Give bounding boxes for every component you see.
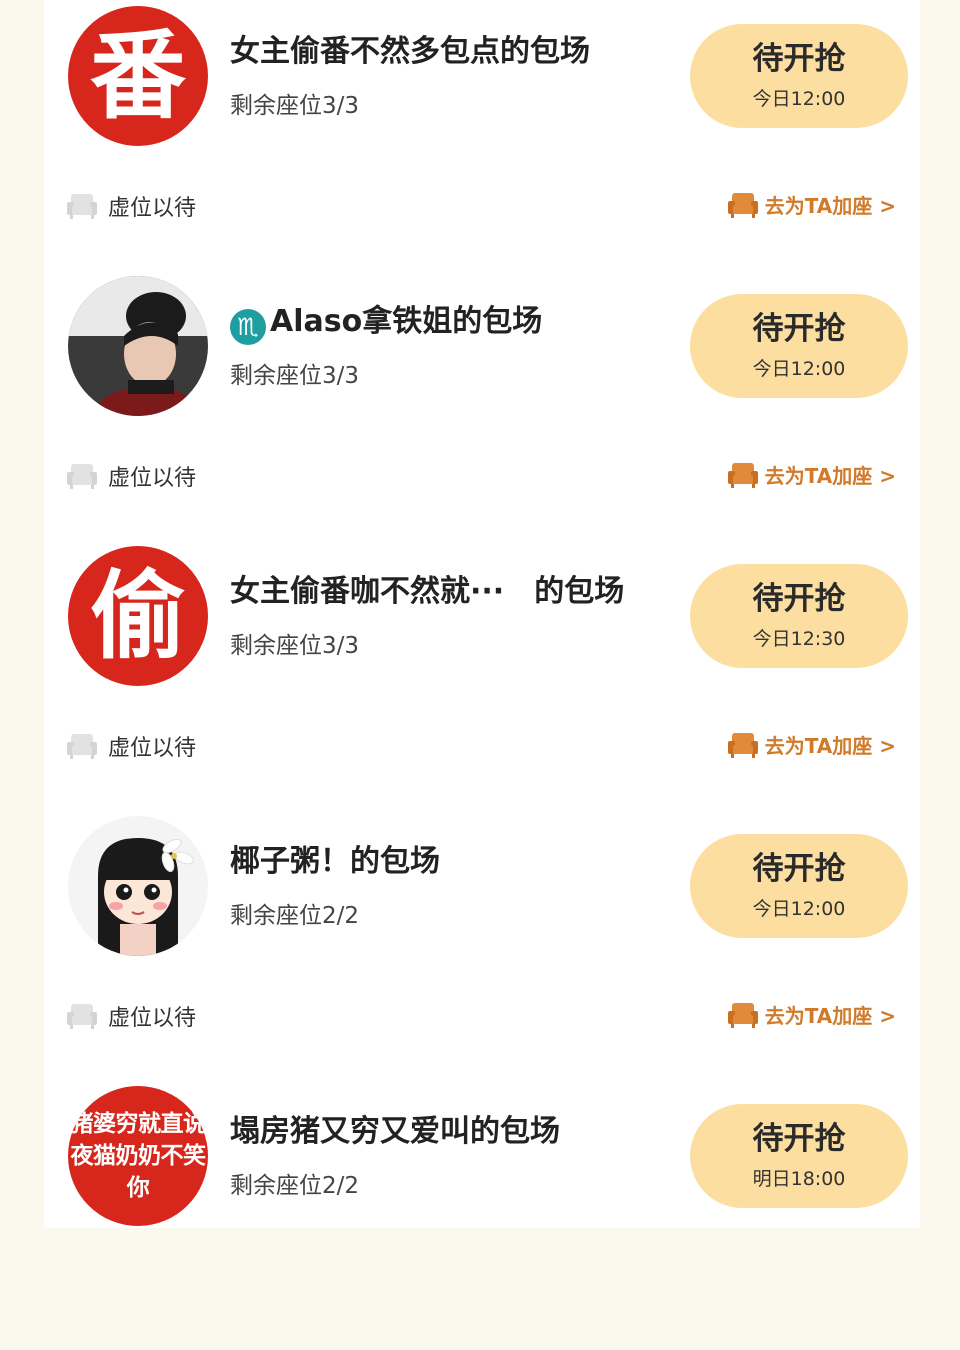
avatar[interactable]: 番	[68, 6, 208, 146]
session-title[interactable]: 椰子粥！的包场	[230, 836, 440, 880]
armchair-icon	[67, 1004, 97, 1029]
add-seat-link[interactable]: 去为TA加座 >	[727, 1000, 896, 1029]
grab-button-time: 今日12:30	[752, 628, 846, 651]
session-card: 偷 女主偷番咖不然就··· 的包场 剩余座位3/3 待开抢 今日12:30 虚位…	[44, 540, 920, 810]
avatar[interactable]: 偷	[68, 546, 208, 686]
grab-button-label: 待开抢	[752, 580, 846, 617]
vacant-seat: 虚位以待	[66, 460, 196, 492]
grab-button[interactable]: 待开抢 明日18:00	[690, 1104, 908, 1208]
armchair-icon	[727, 192, 758, 218]
add-seat-label: 去为TA加座 >	[764, 464, 896, 488]
add-seat-label: 去为TA加座 >	[764, 734, 896, 758]
grab-button-time: 今日12:00	[752, 88, 846, 111]
session-title-text: Alaso拿铁姐的包场	[270, 304, 543, 339]
grab-button[interactable]: 待开抢 今日12:30	[690, 564, 908, 668]
session-card: ♏ Alaso拿铁姐的包场 剩余座位3/3 待开抢 今日12:00 虚位以待 去…	[44, 270, 920, 540]
armchair-icon	[727, 732, 758, 758]
avatar-text-line: 夜猫奶奶不笑你	[70, 1143, 207, 1201]
session-card: 番 女主偷番不然多包点的包场 剩余座位3/3 待开抢 今日12:00 虚位以待	[44, 0, 920, 270]
session-card: 猪婆穷就直说 夜猫奶奶不笑你 塌房猪又穷又爱叫的包场 剩余座位2/2 待开抢 明…	[44, 1080, 920, 1350]
remaining-seats: 剩余座位2/2	[230, 1173, 360, 1199]
vacant-seat: 虚位以待	[66, 1000, 196, 1032]
add-seat-link[interactable]: 去为TA加座 >	[727, 190, 896, 219]
remaining-seats: 剩余座位3/3	[230, 633, 360, 659]
armchair-icon	[67, 194, 97, 219]
grab-button-label: 待开抢	[752, 310, 846, 347]
portrait-photo-icon	[68, 276, 208, 416]
armchair-icon	[67, 734, 97, 759]
avatar-text: 番	[90, 20, 186, 132]
grab-button-time: 今日12:00	[752, 898, 846, 921]
session-title[interactable]: ♏ Alaso拿铁姐的包场	[230, 296, 542, 345]
grab-button[interactable]: 待开抢 今日12:00	[690, 24, 908, 128]
grab-button-time: 明日18:00	[752, 1168, 846, 1191]
add-seat-label: 去为TA加座 >	[764, 194, 896, 218]
session-title[interactable]: 女主偷番不然多包点的包场	[230, 26, 590, 70]
session-title[interactable]: 塌房猪又穷又爱叫的包场	[230, 1106, 560, 1150]
vacant-seat: 虚位以待	[66, 190, 196, 222]
avatar-text: 偷	[90, 560, 186, 672]
grab-button[interactable]: 待开抢 今日12:00	[690, 294, 908, 398]
grab-button-label: 待开抢	[752, 40, 846, 77]
armchair-icon	[727, 462, 758, 488]
vacant-label: 虚位以待	[108, 196, 197, 221]
grab-button[interactable]: 待开抢 今日12:00	[690, 834, 908, 938]
avatar-text-line: 猪婆穷就直说	[70, 1111, 207, 1137]
vacant-seat: 虚位以待	[66, 730, 196, 762]
remaining-seats: 剩余座位3/3	[230, 363, 360, 389]
avatar-text: 猪婆穷就直说 夜猫奶奶不笑你	[68, 1108, 208, 1204]
add-seat-link[interactable]: 去为TA加座 >	[727, 460, 896, 489]
add-seat-link[interactable]: 去为TA加座 >	[727, 730, 896, 759]
avatar[interactable]: 猪婆穷就直说 夜猫奶奶不笑你	[68, 1086, 208, 1226]
armchair-icon	[727, 1002, 758, 1028]
grab-button-label: 待开抢	[752, 850, 846, 887]
remaining-seats: 剩余座位2/2	[230, 903, 360, 929]
session-title[interactable]: 女主偷番咖不然就··· 的包场	[230, 566, 624, 610]
avatar[interactable]	[68, 816, 208, 956]
vacant-label: 虚位以待	[108, 466, 197, 491]
vacant-label: 虚位以待	[108, 736, 197, 761]
scorpio-badge-icon: ♏	[230, 309, 266, 345]
grab-button-label: 待开抢	[752, 1120, 846, 1157]
armchair-icon	[67, 464, 97, 489]
avatar[interactable]	[68, 276, 208, 416]
add-seat-label: 去为TA加座 >	[764, 1004, 896, 1028]
remaining-seats: 剩余座位3/3	[230, 93, 360, 119]
vacant-label: 虚位以待	[108, 1006, 197, 1031]
cartoon-girl-icon	[68, 816, 208, 956]
session-card: 椰子粥！的包场 剩余座位2/2 待开抢 今日12:00 虚位以待 去为TA加座 …	[44, 810, 920, 1080]
session-list: 番 女主偷番不然多包点的包场 剩余座位3/3 待开抢 今日12:00 虚位以待	[44, 0, 920, 1228]
grab-button-time: 今日12:00	[752, 358, 846, 381]
